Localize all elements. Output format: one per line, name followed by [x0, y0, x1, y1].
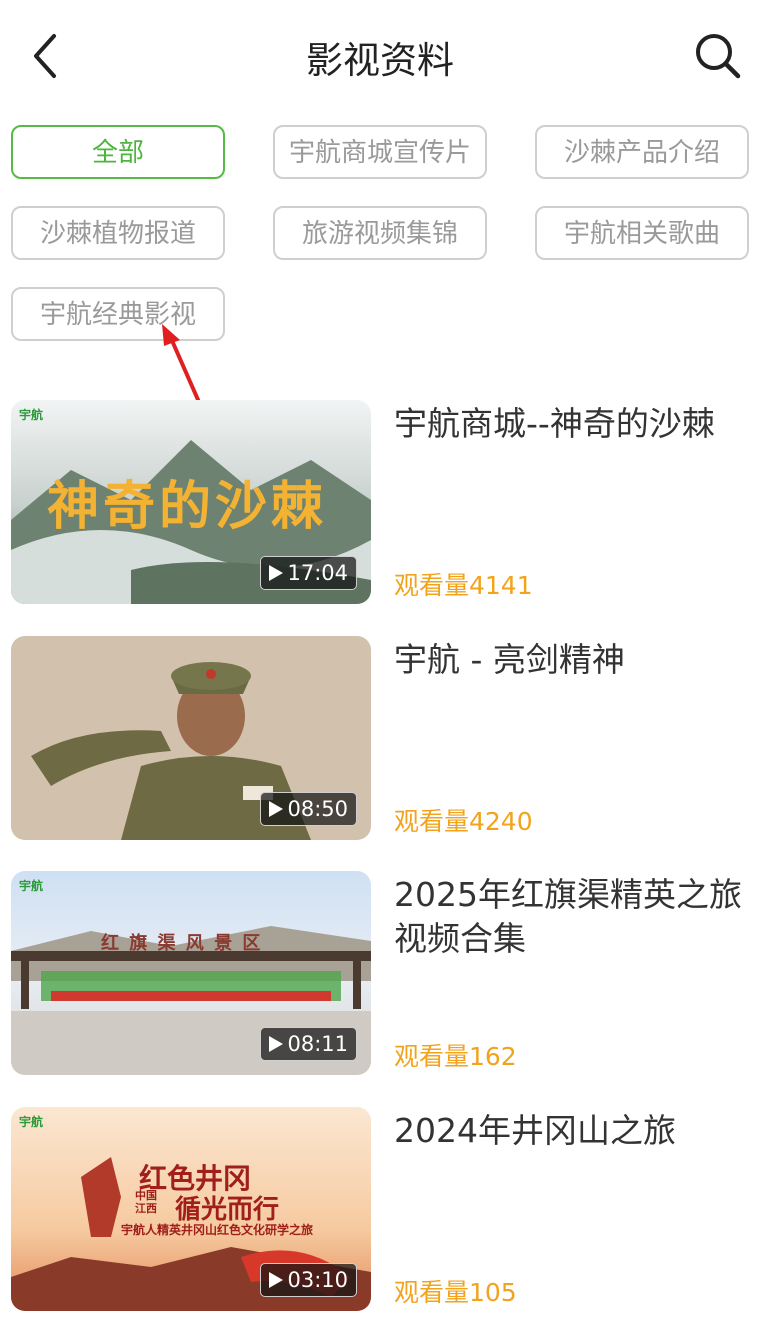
play-icon — [269, 565, 284, 581]
brand-logo: 宇航 — [19, 879, 44, 893]
play-icon — [269, 801, 284, 817]
filter-chip-plant-reports[interactable]: 沙棘植物报道 — [11, 206, 225, 260]
thumbnail-caption: 神奇的沙棘 — [47, 476, 328, 537]
brand-logo: 宇航 — [19, 408, 44, 422]
video-thumbnail[interactable]: 宇航 红 旗 渠 风 景 区 08:11 — [11, 871, 371, 1075]
video-thumbnail[interactable]: 宇航 红色井冈 中国 江西 循光而行 宇航人精英井冈山红色文化研学之旅 03:1… — [11, 1107, 371, 1311]
view-count: 观看量162 — [394, 1042, 517, 1071]
duration-badge: 17:04 — [260, 556, 357, 590]
video-item[interactable]: 宇航 红色井冈 中国 江西 循光而行 宇航人精英井冈山红色文化研学之旅 03:1… — [0, 1107, 760, 1311]
duration-text: 03:10 — [287, 1268, 348, 1292]
video-title[interactable]: 2024年井冈山之旅 — [394, 1109, 754, 1153]
view-count: 观看量105 — [394, 1278, 517, 1307]
video-item[interactable]: 宇航 红 旗 渠 风 景 区 08:11 2025年红旗渠精英之旅视频合集 观看… — [0, 871, 760, 1075]
search-icon — [696, 34, 741, 79]
view-count: 观看量4141 — [394, 571, 533, 600]
video-thumbnail[interactable]: 08:50 — [11, 636, 371, 840]
top-bar: 影视资料 — [0, 0, 760, 110]
video-item[interactable]: 宇航 神奇的沙棘 17:04 宇航商城--神奇的沙棘 观看量4141 — [0, 400, 760, 604]
thumbnail-caption: 红 旗 渠 风 景 区 — [101, 933, 263, 954]
thumbnail-tagline: 宇航人精英井冈山红色文化研学之旅 — [121, 1223, 314, 1237]
duration-badge: 08:11 — [260, 1027, 357, 1061]
filter-chip-travel[interactable]: 旅游视频集锦 — [273, 206, 487, 260]
filter-chip-songs[interactable]: 宇航相关歌曲 — [535, 206, 749, 260]
duration-badge: 03:10 — [260, 1263, 357, 1297]
duration-text: 17:04 — [287, 561, 348, 585]
video-title[interactable]: 宇航商城--神奇的沙棘 — [394, 402, 754, 446]
thumbnail-location: 中国 江西 — [135, 1189, 157, 1215]
duration-badge: 08:50 — [260, 792, 357, 826]
filter-chip-classic-films[interactable]: 宇航经典影视 — [11, 287, 225, 341]
filter-chip-promo[interactable]: 宇航商城宣传片 — [273, 125, 487, 179]
search-button[interactable] — [690, 28, 746, 84]
play-icon — [269, 1036, 284, 1052]
filter-chip-products[interactable]: 沙棘产品介绍 — [535, 125, 749, 179]
duration-text: 08:50 — [287, 797, 348, 821]
video-thumbnail[interactable]: 宇航 神奇的沙棘 17:04 — [11, 400, 371, 604]
filter-chip-all[interactable]: 全部 — [11, 125, 225, 179]
view-count: 观看量4240 — [394, 807, 533, 836]
video-title[interactable]: 宇航 - 亮剑精神 — [394, 638, 754, 682]
page-title: 影视资料 — [306, 39, 454, 82]
duration-text: 08:11 — [287, 1032, 348, 1056]
brand-logo: 宇航 — [19, 1115, 44, 1129]
video-item[interactable]: 08:50 宇航 - 亮剑精神 观看量4240 — [0, 636, 760, 840]
video-title[interactable]: 2025年红旗渠精英之旅视频合集 — [394, 873, 754, 961]
play-icon — [269, 1272, 284, 1288]
